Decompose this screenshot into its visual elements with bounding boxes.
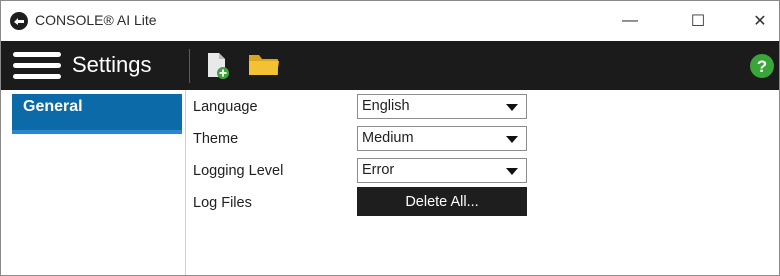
close-icon: ✕: [753, 13, 767, 30]
chevron-down-icon: [506, 168, 518, 175]
folder-icon[interactable]: [247, 52, 281, 78]
maximize-icon: ☐: [690, 13, 706, 30]
logging-level-value: Error: [362, 162, 395, 178]
title-bar: CONSOLE® AI Lite — ☐ ✕: [1, 1, 779, 41]
delete-all-button[interactable]: Delete All...: [357, 187, 527, 216]
logging-level-select[interactable]: Error: [357, 158, 527, 183]
sidebar: General: [1, 90, 186, 275]
toolbar-divider: [189, 49, 190, 83]
toolbar: Settings ?: [1, 41, 779, 90]
language-select[interactable]: English: [357, 94, 527, 119]
theme-select[interactable]: Medium: [357, 126, 527, 151]
logging-level-label: Logging Level: [193, 163, 284, 179]
app-window: CONSOLE® AI Lite — ☐ ✕ Settings ? Genera…: [0, 0, 780, 276]
sidebar-item-general[interactable]: General: [12, 94, 182, 134]
chevron-down-icon: [506, 136, 518, 143]
settings-panel: Language English Theme Medium Logging Le…: [187, 90, 779, 275]
help-icon[interactable]: ?: [749, 53, 775, 79]
minimize-button[interactable]: —: [607, 1, 653, 41]
theme-value: Medium: [362, 130, 414, 146]
close-button[interactable]: ✕: [737, 1, 779, 41]
page-title: Settings: [72, 52, 152, 77]
sidebar-item-label: General: [23, 98, 83, 115]
app-logo-icon: [10, 12, 28, 30]
svg-text:?: ?: [757, 57, 767, 76]
language-label: Language: [193, 99, 258, 115]
hamburger-menu-icon[interactable]: [13, 51, 61, 81]
new-file-icon[interactable]: [206, 52, 230, 80]
language-value: English: [362, 98, 410, 114]
window-title: CONSOLE® AI Lite: [35, 12, 157, 28]
maximize-button[interactable]: ☐: [675, 1, 721, 41]
theme-label: Theme: [193, 131, 239, 147]
chevron-down-icon: [506, 104, 518, 111]
log-files-label: Log Files: [193, 195, 252, 211]
minimize-icon: —: [622, 12, 638, 29]
